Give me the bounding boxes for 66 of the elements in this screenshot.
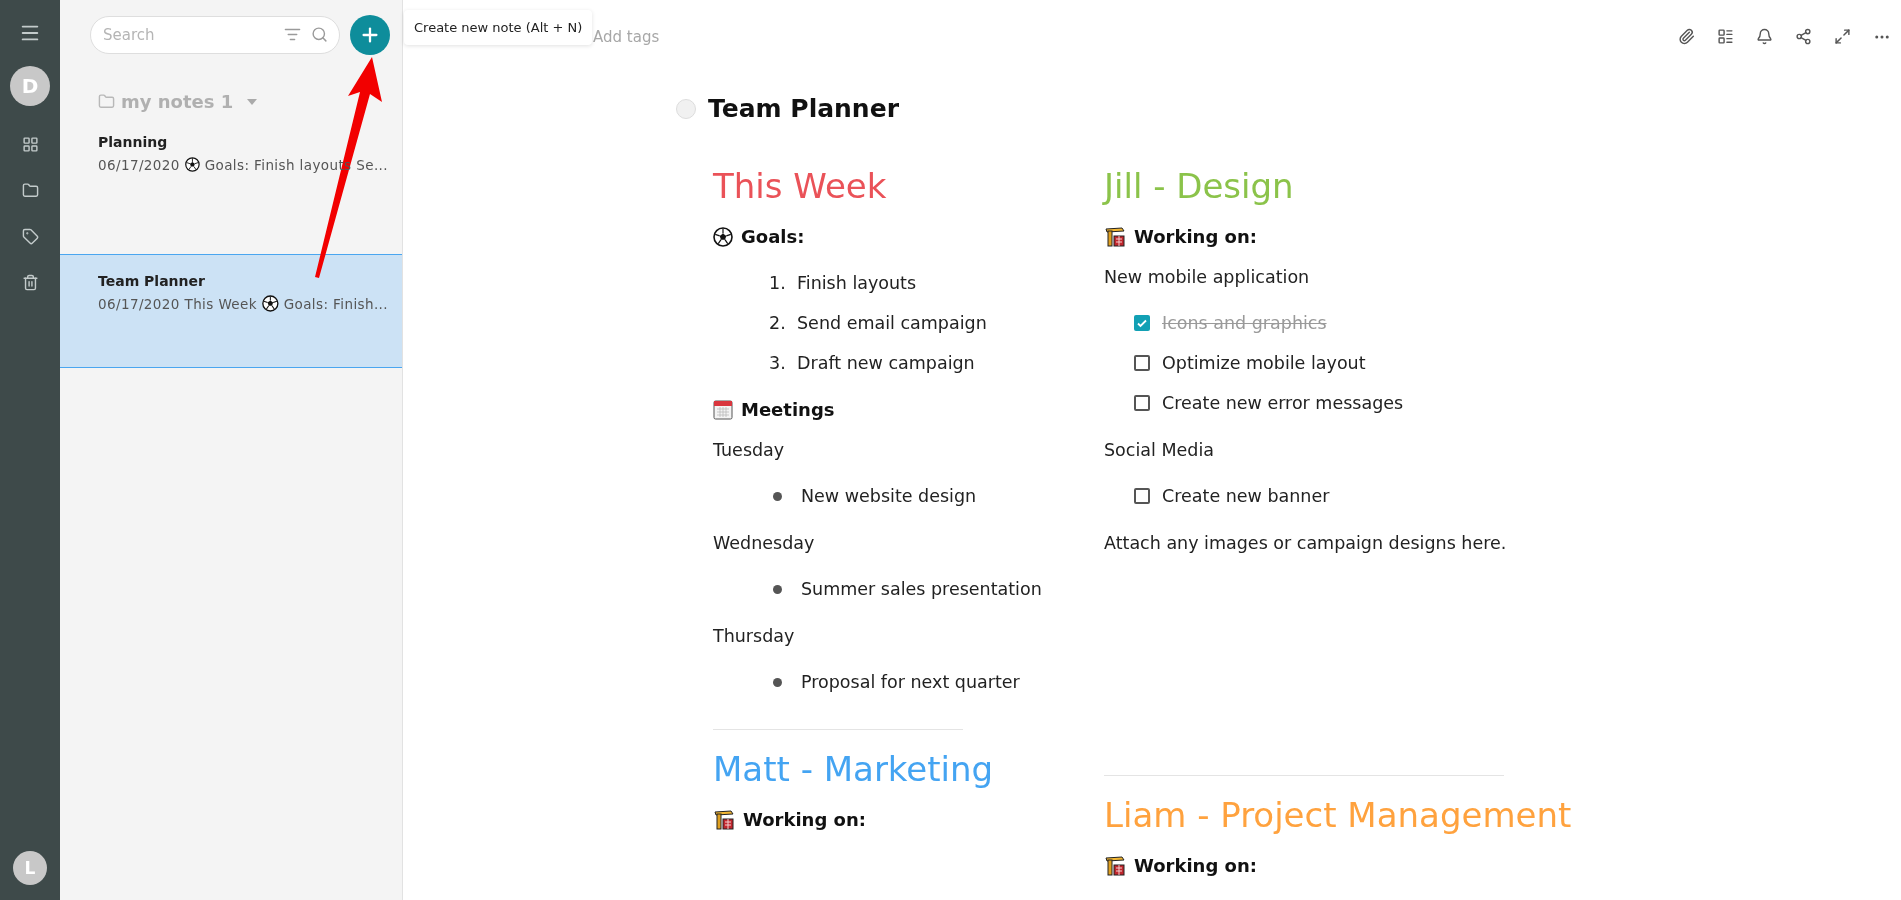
construction-icon [1104, 855, 1126, 877]
paragraph: Wednesday [713, 532, 816, 555]
paperclip-icon[interactable] [1678, 28, 1695, 45]
subheading: Working on: [743, 808, 866, 832]
filter-icon[interactable] [284, 26, 301, 43]
grid-icon[interactable] [21, 136, 39, 153]
section-heading: Liam - Project Management [1104, 794, 1573, 837]
trash-icon[interactable] [21, 274, 39, 291]
paragraph: Tuesday [713, 439, 786, 462]
folder-name[interactable]: my notes 1 [121, 91, 234, 112]
checkbox[interactable] [1134, 315, 1150, 331]
bell-icon[interactable] [1756, 28, 1773, 45]
checklist-item: Create new banner [1162, 485, 1330, 508]
add-tags-field[interactable]: Add tags [593, 28, 1656, 46]
list-item: Send email campaign [797, 312, 987, 335]
construction-icon [1104, 226, 1126, 248]
checklist-item: Create new error messages [1162, 392, 1404, 415]
paragraph: Social Media [1104, 439, 1215, 462]
note-preview: Goals: Finish... [283, 295, 388, 312]
expand-icon[interactable] [1834, 28, 1851, 45]
paragraph: New mobile application [1104, 266, 1311, 289]
note-item[interactable]: Team Planner 06/17/2020 This Week Goals: Finish... [60, 254, 402, 368]
section-heading: Matt - Marketing [713, 748, 995, 791]
subheading: Goals: [741, 225, 805, 249]
paragraph: Attach any images or campaign designs here. [1104, 532, 1508, 555]
soccer-ball-icon [184, 156, 200, 173]
list-item: Proposal for next quarter [801, 671, 1020, 694]
note-preview: 06/17/2020 This Week [98, 295, 257, 312]
list-item: New website design [801, 485, 977, 508]
search-icon[interactable] [311, 26, 328, 43]
note-preview: 06/17/2020 [98, 156, 180, 173]
new-note-button[interactable] [350, 15, 390, 55]
bullet [773, 491, 782, 501]
subheading: Working on: [1134, 854, 1257, 878]
paragraph: Thursday [713, 625, 796, 648]
search-field[interactable]: Search [90, 16, 340, 54]
note-title: Team Planner [98, 273, 206, 289]
list-item: Summer sales presentation [801, 578, 1042, 601]
checklist-item: Optimize mobile layout [1162, 352, 1366, 375]
list-number: 3. [769, 352, 787, 375]
folder-icon[interactable] [21, 182, 39, 199]
share-icon[interactable] [1795, 28, 1812, 45]
checkbox[interactable] [1134, 395, 1150, 411]
bullet [773, 584, 782, 594]
calendar-icon [713, 400, 733, 420]
checkbox[interactable] [1134, 355, 1150, 371]
checkbox[interactable] [1134, 488, 1150, 504]
list-item: Finish layouts [797, 272, 917, 295]
subheading: Working on: [1134, 225, 1257, 249]
tag-icon[interactable] [21, 228, 39, 245]
folder-icon [98, 93, 115, 110]
list-item: Draft new campaign [797, 352, 975, 375]
note-title: Planning [98, 134, 169, 150]
list-icon[interactable] [1717, 28, 1734, 45]
note-title: Team Planner [708, 94, 899, 123]
soccer-ball-icon [713, 227, 733, 247]
subheading: Meetings [741, 398, 835, 422]
list-number: 2. [769, 312, 787, 335]
list-number: 1. [769, 272, 787, 295]
checklist-item: Icons and graphics [1162, 312, 1327, 335]
soccer-ball-icon [261, 295, 279, 312]
section-heading: Jill - Design [1104, 165, 1295, 208]
construction-icon [713, 809, 735, 831]
section-heading: This Week [713, 165, 888, 208]
bullet [773, 677, 782, 687]
tooltip: Create new note (Alt + N) [404, 10, 593, 45]
